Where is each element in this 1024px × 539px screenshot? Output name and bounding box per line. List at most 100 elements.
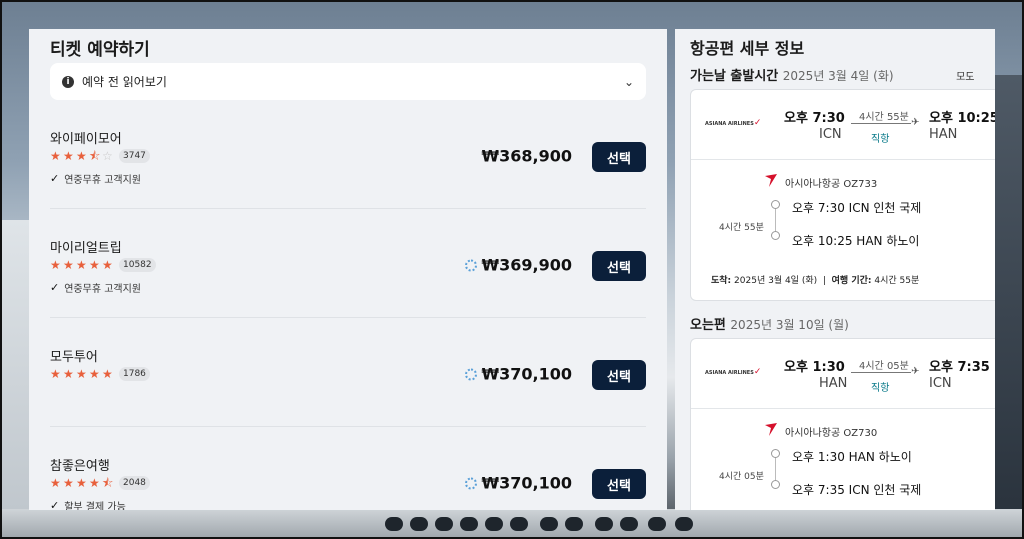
arrival-summary: 도착: 2025년 3월 4일 (화) | 여행 기간: 4시간 55분 <box>711 276 920 286</box>
price: ₩368,900 <box>481 146 572 166</box>
outbound-summary: ASIANA AIRLINES✓ 오후 7:30 ICN 4시간 55분 ✈ 직… <box>691 90 995 160</box>
flight-duration: 4시간 55분 <box>859 112 909 123</box>
star-icon: ★ <box>50 149 61 163</box>
ticket-booking-panel: 티켓 예약하기 i 예약 전 읽어보기 ⌄ 와이페이모어 ★ ★ ★ ⯪ ☆ 3747 ✓… <box>29 29 667 510</box>
outbound-header: 가는날 출발시간 2025년 3월 4일 (화) 모도 <box>690 65 995 89</box>
inbound-summary: ASIANA AIRLINES✓ 오후 1:30 HAN 4시간 05분 ✈ 직… <box>691 339 995 409</box>
review-count: 2048 <box>119 476 150 490</box>
provider-feature: ✓ 할부 결제 가능 <box>50 499 126 510</box>
arrival-airport: ICN <box>929 376 952 391</box>
pre-booking-notice-toggle[interactable]: i 예약 전 읽어보기 ⌄ <box>50 63 646 100</box>
star-icon: ★ <box>102 258 113 272</box>
star-icon: ★ <box>76 258 87 272</box>
review-count: 3747 <box>119 149 150 163</box>
price-block: ₩370,100 <box>465 365 572 384</box>
timeline-dot <box>771 200 780 209</box>
provider-feature: ✓ 연중무휴 고객지원 <box>50 281 141 295</box>
star-icon: ★ <box>102 367 113 381</box>
select-button[interactable]: 선택 <box>592 142 646 172</box>
spinner-icon <box>465 368 478 380</box>
price-block: ₩368,900 <box>481 147 572 166</box>
direct-label: 직항 <box>871 134 890 145</box>
arrival-airport: HAN <box>929 127 958 142</box>
spinner-icon <box>465 259 478 271</box>
check-icon: ✓ <box>50 499 60 510</box>
star-icon: ⯪ <box>102 476 114 490</box>
star-icon: ★ <box>76 149 87 163</box>
airline-logo: ASIANA AIRLINES✓ <box>705 118 762 128</box>
departure-time: 오후 7:30 <box>784 111 845 126</box>
inbound-flight-card: ASIANA AIRLINES✓ 오후 1:30 HAN 4시간 05분 ✈ 직… <box>690 338 995 510</box>
review-count: 10582 <box>119 258 156 272</box>
provider-feature: ✓ 연중무휴 고객지원 <box>50 172 141 186</box>
provider-row: 참좋은여행 ★ ★ ★ ★ ⯪ 2048 ✓ 할부 결제 가능 ₩370,100 선택 <box>50 427 646 510</box>
segment-departure: 오후 7:30 ICN 인천 국제 <box>792 201 922 215</box>
segment-duration: 4시간 05분 <box>719 472 764 482</box>
price: ₩370,100 <box>481 364 572 384</box>
segment-departure: 오후 1:30 HAN 하노이 <box>792 450 912 464</box>
arrival-time: 오후 10:25 <box>929 111 995 126</box>
provider-name[interactable]: 모두투어 <box>50 346 98 365</box>
booking-title: 티켓 예약하기 <box>50 40 150 60</box>
route-line <box>851 123 911 124</box>
outbound-segment: 아시아나항공 OZ733 4시간 55분 오후 7:30 ICN 인천 국제 오… <box>691 160 995 300</box>
inbound-header: 오는편 2025년 3월 10일 (월) <box>690 314 995 338</box>
rating-stars: ★ ★ ★ ★ ⯪ 2048 <box>50 476 150 490</box>
segment-duration: 4시간 55분 <box>719 223 764 233</box>
notice-label: 예약 전 읽어보기 <box>82 75 167 89</box>
inbound-label: 오는편 <box>690 318 726 333</box>
check-icon: ✓ <box>50 281 60 294</box>
truncated-link[interactable]: 모도 <box>956 72 974 83</box>
price-block: ₩370,100 <box>465 474 572 493</box>
asiana-logo-icon <box>765 423 777 436</box>
price: ₩370,100 <box>481 473 572 493</box>
select-button[interactable]: 선택 <box>592 469 646 499</box>
rating-stars: ★ ★ ★ ⯪ ☆ 3747 <box>50 149 150 163</box>
select-button[interactable]: 선택 <box>592 360 646 390</box>
airline-logo: ASIANA AIRLINES✓ <box>705 367 762 377</box>
background-fuselage <box>0 509 1024 539</box>
provider-name[interactable]: 마이리얼트립 <box>50 237 122 256</box>
provider-name[interactable]: 참좋은여행 <box>50 455 110 474</box>
departure-airport: HAN <box>819 376 848 391</box>
flight-details-panel: 항공편 세부 정보 가는날 출발시간 2025년 3월 4일 (화) 모도 AS… <box>675 29 995 510</box>
rating-stars: ★ ★ ★ ★ ★ 1786 <box>50 367 150 381</box>
price-block: ₩369,900 <box>465 256 572 275</box>
direct-label: 직항 <box>871 383 890 394</box>
airplane-icon: ✈ <box>911 117 920 128</box>
segment-arrival: 오후 7:35 ICN 인천 국제 <box>792 483 922 497</box>
outbound-date: 2025년 3월 4일 (화) <box>782 69 894 83</box>
departure-airport: ICN <box>819 127 842 142</box>
provider-name[interactable]: 와이페이모어 <box>50 128 122 147</box>
check-icon: ✓ <box>50 172 60 185</box>
provider-row: 모두투어 ★ ★ ★ ★ ★ 1786 ₩370,100 선택 <box>50 318 646 427</box>
star-icon: ★ <box>50 476 61 490</box>
price: ₩369,900 <box>481 255 572 275</box>
inbound-date: 2025년 3월 10일 (월) <box>730 318 849 332</box>
arrival-time: 오후 7:35 <box>929 360 990 375</box>
timeline-dot <box>771 231 780 240</box>
details-title: 항공편 세부 정보 <box>690 39 805 58</box>
chevron-down-icon: ⌄ <box>623 74 634 89</box>
star-icon: ★ <box>89 476 100 490</box>
airplane-icon: ✈ <box>911 366 920 377</box>
provider-row: 와이페이모어 ★ ★ ★ ⯪ ☆ 3747 ✓ 연중무휴 고객지원 ₩368,900 선택 <box>50 100 646 209</box>
carrier-flight-number: 아시아나항공 OZ730 <box>785 428 878 439</box>
outbound-flight-card: ASIANA AIRLINES✓ 오후 7:30 ICN 4시간 55분 ✈ 직… <box>690 89 995 301</box>
spinner-icon <box>465 477 478 489</box>
info-icon: i <box>62 75 74 88</box>
rating-stars: ★ ★ ★ ★ ★ 10582 <box>50 258 156 272</box>
star-icon: ☆ <box>102 149 113 163</box>
asiana-logo-icon <box>765 174 777 187</box>
review-count: 1786 <box>119 367 150 381</box>
select-button[interactable]: 선택 <box>592 251 646 281</box>
route-line <box>851 372 911 373</box>
star-icon: ★ <box>63 149 74 163</box>
segment-arrival: 오후 10:25 HAN 하노이 <box>792 234 920 248</box>
star-icon: ★ <box>76 367 87 381</box>
background-aircraft-left <box>0 220 30 520</box>
background-jet-bridge <box>994 75 1024 515</box>
star-icon: ★ <box>89 367 100 381</box>
carrier-flight-number: 아시아나항공 OZ733 <box>785 179 878 190</box>
star-icon: ★ <box>63 476 74 490</box>
